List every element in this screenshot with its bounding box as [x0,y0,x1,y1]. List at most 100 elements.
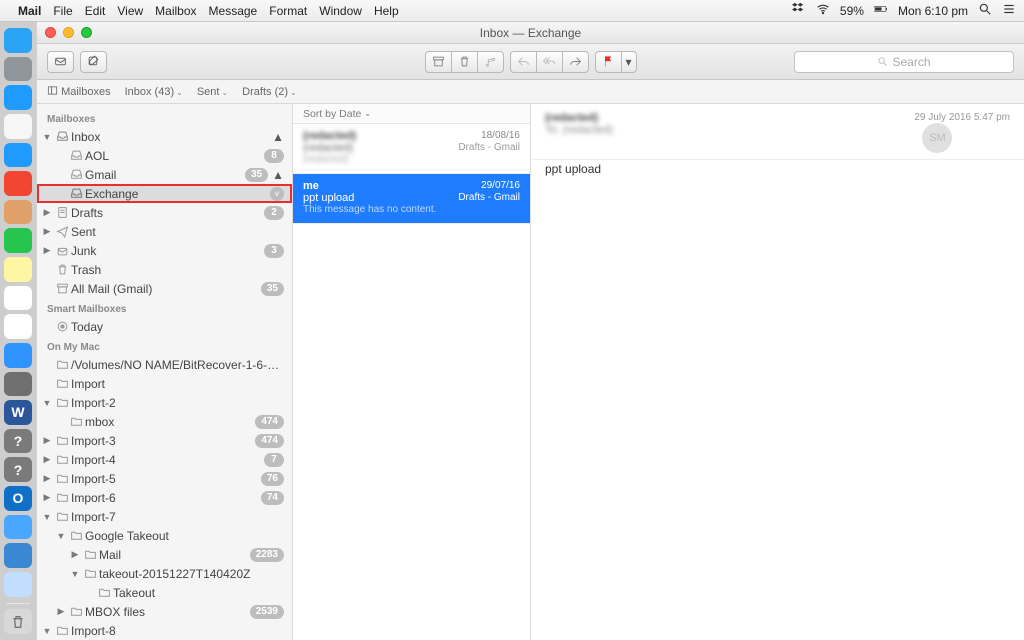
dock-outlook[interactable]: O [4,486,32,511]
minimize-window-button[interactable] [63,27,74,38]
sort-header[interactable]: Sort by Date⌄ [293,104,530,124]
search-input[interactable]: Search [794,51,1014,73]
folder-icon [67,605,85,618]
app-menu[interactable]: Mail [18,4,41,18]
delete-button[interactable] [451,51,477,73]
dock-app1[interactable] [4,543,32,568]
dock-olm[interactable] [4,515,32,540]
sidebar-item-today[interactable]: Today [37,317,292,336]
inbox-icon [67,149,85,162]
mailbox-sidebar[interactable]: Mailboxes ▼ Inbox ▲ AOL8 Gmail35▲ Exchan… [37,104,293,640]
folder-icon [53,396,71,409]
message-item[interactable]: (redacted)18/08/16(redacted)Drafts - Gma… [293,124,530,174]
sidebar-item-import2-mbox[interactable]: mbox474 [37,412,292,431]
sidebar-item-allmail[interactable]: All Mail (Gmail)35 [37,279,292,298]
menu-view[interactable]: View [117,4,143,18]
inbox-icon [53,130,71,143]
sidebar-item-import6[interactable]: ▶Import-674 [37,488,292,507]
menu-message[interactable]: Message [209,4,258,18]
sidebar-item-import3[interactable]: ▶Import-3474 [37,431,292,450]
sidebar-item-google-takeout[interactable]: ▼Google Takeout [37,526,292,545]
menu-mailbox[interactable]: Mailbox [155,4,196,18]
msg-date: 18/08/16 [481,130,520,142]
forward-button[interactable] [562,51,589,73]
folder-icon [53,624,71,637]
archive-button[interactable] [425,51,451,73]
dock-mail[interactable] [4,143,32,168]
fav-inbox[interactable]: Inbox (43)⌄ [125,86,183,98]
fav-sent[interactable]: Sent⌄ [197,86,228,98]
dock-wechat[interactable] [4,228,32,253]
sidebar-item-sent[interactable]: ▶ Sent [37,222,292,241]
sidebar-item-import2[interactable]: ▼Import-2 [37,393,292,412]
dock-launchpad[interactable] [4,57,32,82]
wifi-icon[interactable] [816,2,830,19]
sidebar-item-import8[interactable]: ▼Import-8 [37,621,292,640]
sidebar-item-mbox-files[interactable]: ▶MBOX files2539 [37,602,292,621]
dock-safari[interactable] [4,85,32,110]
dock-unknown1[interactable]: ? [4,429,32,454]
dock-trash[interactable] [4,609,32,634]
sidebar-item-junk[interactable]: ▶ Junk3 [37,241,292,260]
warning-icon: ▲ [272,168,284,182]
sidebar-item-gt-takeoutz[interactable]: ▼takeout-20151227T140420Z [37,564,292,583]
sidebar-item-import[interactable]: Import [37,374,292,393]
sidebar-item-trash[interactable]: Trash [37,260,292,279]
fav-mailboxes-toggle[interactable]: Mailboxes [47,85,111,98]
dock-appstore[interactable] [4,343,32,368]
dock-unknown2[interactable]: ? [4,457,32,482]
menu-edit[interactable]: Edit [85,4,106,18]
notification-center-icon[interactable] [1002,2,1016,19]
message-list[interactable]: Sort by Date⌄ (redacted)18/08/16(redacte… [293,104,531,640]
close-window-button[interactable] [45,27,56,38]
dropbox-icon[interactable] [792,2,806,19]
folder-icon [53,377,71,390]
sidebar-item-volumes[interactable]: /Volumes/NO NAME/BitRecover-1-6-2016 20-… [37,355,292,374]
flag-menu-button[interactable]: ▾ [621,51,637,73]
smart-icon [53,320,71,333]
dock-app2[interactable] [4,572,32,597]
reply-button[interactable] [510,51,536,73]
sidebar-item-gt-takeout[interactable]: Takeout [37,583,292,602]
dock-chrome[interactable] [4,114,32,139]
battery-icon[interactable] [874,2,888,19]
junk-icon [53,244,71,257]
menu-format[interactable]: Format [269,4,307,18]
dock-settings[interactable] [4,372,32,397]
fav-drafts[interactable]: Drafts (2)⌄ [242,86,297,98]
sidebar-item-import5[interactable]: ▶Import-576 [37,469,292,488]
dock-contacts[interactable] [4,200,32,225]
spotlight-icon[interactable] [978,2,992,19]
menu-help[interactable]: Help [374,4,399,18]
sidebar-item-exchange[interactable]: Exchange˅ [37,184,292,203]
sidebar-item-import4[interactable]: ▶Import-47 [37,450,292,469]
folder-icon [53,434,71,447]
sidebar-item-import7[interactable]: ▼Import-7 [37,507,292,526]
dock-itunes[interactable] [4,314,32,339]
compose-button[interactable] [80,51,107,73]
dock-finder[interactable] [4,28,32,53]
get-mail-button[interactable] [47,51,74,73]
disclosure-collapsed-icon[interactable]: ˅ [270,187,284,201]
flag-button[interactable] [595,51,621,73]
message-item[interactable]: me29/07/16ppt uploadDrafts - GmailThis m… [293,174,530,224]
reply-all-button[interactable] [536,51,562,73]
battery-percent[interactable]: 59% [840,4,864,18]
dock-word[interactable]: W [4,400,32,425]
junk-button[interactable] [477,51,504,73]
macos-menubar: Mail File Edit View Mailbox Message Form… [0,0,1024,22]
dock-notes[interactable] [4,257,32,282]
sidebar-item-gmail[interactable]: Gmail35▲ [37,165,292,184]
menu-file[interactable]: File [53,4,72,18]
zoom-window-button[interactable] [81,27,92,38]
window-titlebar[interactable]: Inbox — Exchange [37,22,1024,44]
clock[interactable]: Mon 6:10 pm [898,4,968,18]
sidebar-item-inbox[interactable]: ▼ Inbox ▲ [37,127,292,146]
sidebar-item-aol[interactable]: AOL8 [37,146,292,165]
menu-window[interactable]: Window [319,4,362,18]
sent-icon [53,225,71,238]
dock-numbers[interactable] [4,286,32,311]
sidebar-item-gt-mail[interactable]: ▶Mail2283 [37,545,292,564]
dock-calendar[interactable] [4,171,32,196]
sidebar-item-drafts[interactable]: ▶ Drafts2 [37,203,292,222]
